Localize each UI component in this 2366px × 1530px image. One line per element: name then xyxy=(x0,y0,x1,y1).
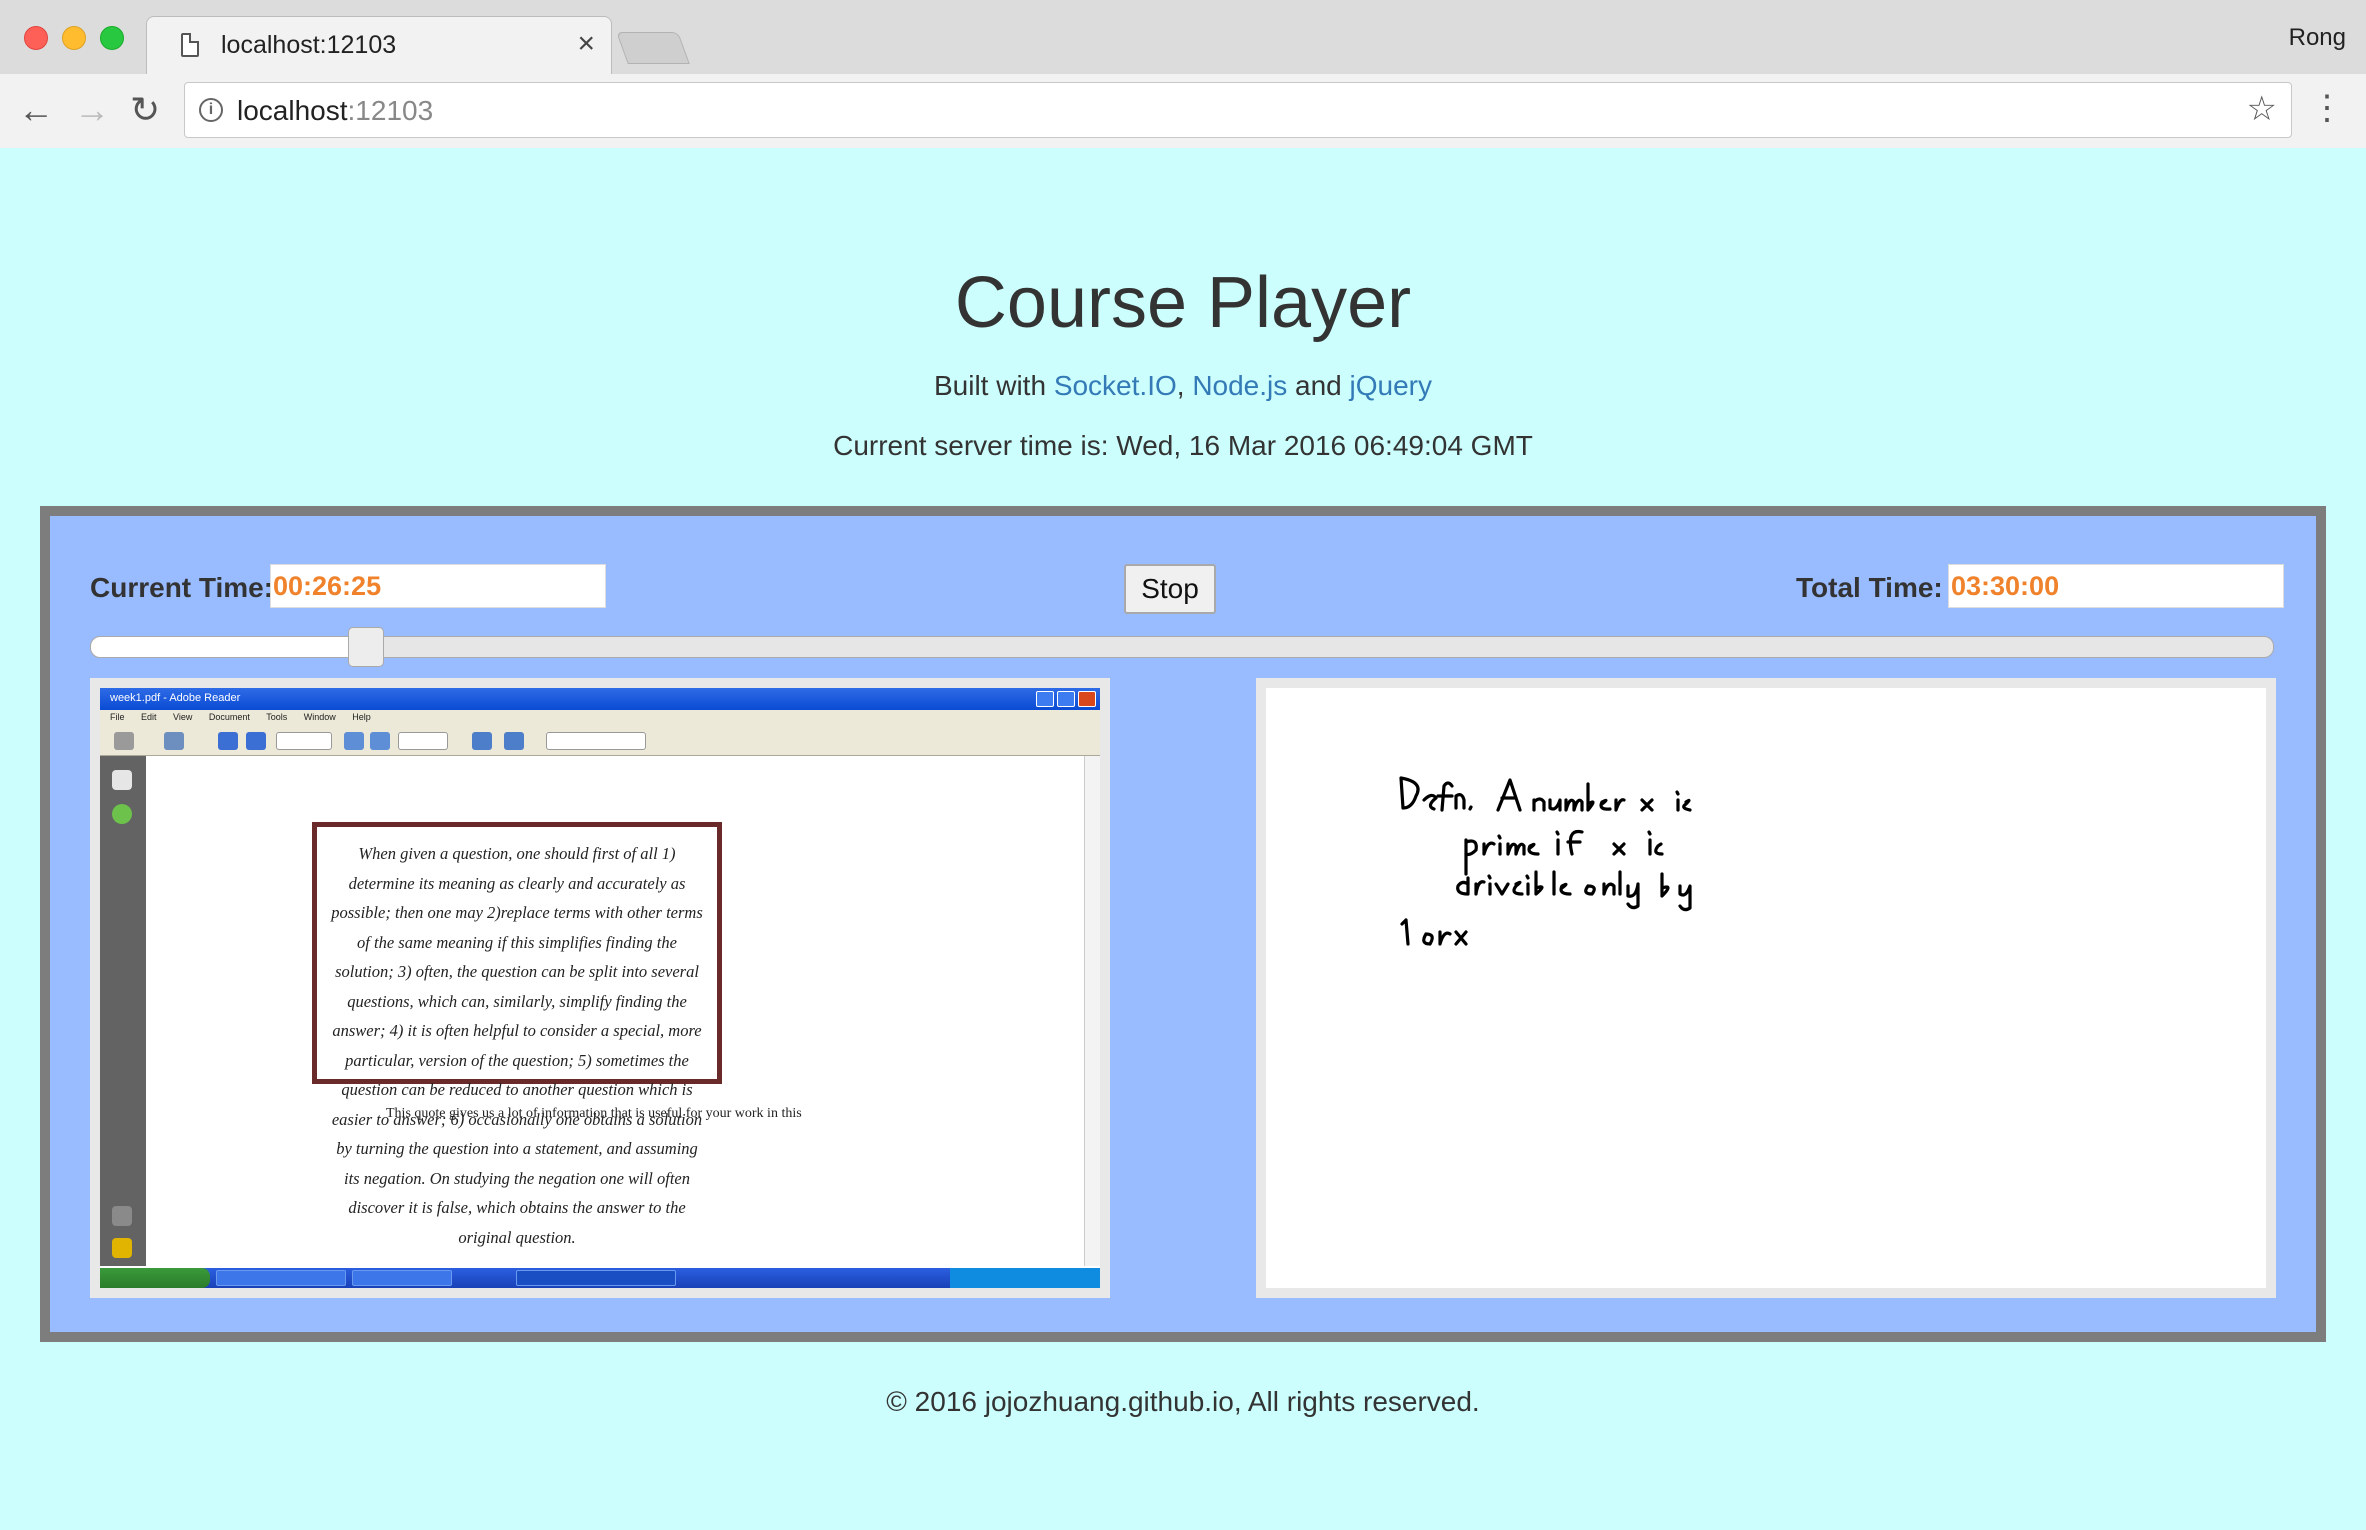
info-icon[interactable]: i xyxy=(199,98,223,122)
taskbar-item xyxy=(216,1270,346,1286)
screen-capture-panel: week1.pdf - Adobe Reader File Edit View … xyxy=(90,678,1110,1298)
reader-document: When given a question, one should first … xyxy=(146,756,1084,1266)
url-host: localhost xyxy=(237,95,348,126)
current-time-field[interactable] xyxy=(270,564,606,608)
total-time-field[interactable] xyxy=(1948,564,2284,608)
total-time-label: Total Time: xyxy=(1796,572,1943,603)
built-with-line: Built with Socket.IO, Node.js and jQuery xyxy=(0,370,2366,402)
built-prefix: Built with xyxy=(933,370,1054,401)
current-time-label: Current Time: xyxy=(90,572,274,603)
profile-name[interactable]: Rong xyxy=(2289,24,2346,52)
document-paragraph: This quote gives us a lot of information… xyxy=(386,1106,802,1121)
address-bar[interactable]: i localhost:12103 ☆ xyxy=(184,82,2292,138)
taskbar-item xyxy=(352,1270,452,1286)
zoom-window-button[interactable] xyxy=(100,26,124,50)
built-sep-comma: , xyxy=(1176,370,1193,401)
built-sep-and: and xyxy=(1287,370,1350,401)
browser-chrome: localhost:12103 × Rong ← → ↻ i localhost… xyxy=(0,0,2366,148)
reader-scrollbar xyxy=(1084,756,1100,1266)
tab-title: localhost:12103 xyxy=(221,31,397,59)
screen-capture-image: week1.pdf - Adobe Reader File Edit View … xyxy=(100,688,1100,1288)
slider-fill xyxy=(91,637,366,657)
jquery-link[interactable]: jQuery xyxy=(1350,370,1432,401)
tab-strip: localhost:12103 × Rong xyxy=(0,0,2366,74)
system-tray xyxy=(950,1268,1100,1288)
reader-menu-bar: File Edit View Document Tools Window Hel… xyxy=(100,710,1100,726)
new-tab-button[interactable] xyxy=(616,32,690,64)
nodejs-link[interactable]: Node.js xyxy=(1192,370,1287,401)
taskbar-item xyxy=(516,1270,676,1286)
page-footer: © 2016 jojozhuang.github.io, All rights … xyxy=(886,1386,1480,1417)
windows-taskbar xyxy=(100,1268,1100,1288)
reader-side-panel xyxy=(100,756,146,1266)
page-title: Course Player xyxy=(954,263,1412,343)
stop-button[interactable]: Stop xyxy=(1124,564,1216,614)
bookmark-star-icon[interactable]: ☆ xyxy=(2247,89,2277,129)
reload-icon[interactable]: ↻ xyxy=(130,90,160,130)
browser-menu-icon[interactable]: ⋮ xyxy=(2310,88,2344,128)
tab-close-icon[interactable]: × xyxy=(577,27,595,61)
forward-arrow-icon[interactable]: → xyxy=(74,90,110,130)
browser-tab[interactable]: localhost:12103 × xyxy=(146,16,612,74)
page-icon xyxy=(181,33,199,57)
back-arrow-icon[interactable]: ← xyxy=(18,90,54,130)
quote-text: When given a question, one should first … xyxy=(331,844,703,1247)
handwriting-svg xyxy=(1399,776,1692,946)
server-time: Current server time is: Wed, 16 Mar 2016… xyxy=(833,430,1533,461)
course-player: Current Time: Stop Total Time: week1.pdf… xyxy=(40,506,2326,1342)
slider-handle[interactable] xyxy=(347,627,384,667)
url-text[interactable]: localhost:12103 xyxy=(237,95,433,127)
close-window-button[interactable] xyxy=(24,26,48,50)
reader-toolbar xyxy=(100,726,1100,756)
minimize-window-button[interactable] xyxy=(62,26,86,50)
quote-box: When given a question, one should first … xyxy=(312,822,722,1247)
browser-toolbar: ← → ↻ i localhost:12103 ☆ ⋮ xyxy=(0,74,2366,148)
reader-window-controls xyxy=(1036,691,1096,707)
url-port: :12103 xyxy=(347,95,434,126)
reader-title-bar: week1.pdf - Adobe Reader xyxy=(100,688,1100,710)
socketio-link[interactable]: Socket.IO xyxy=(1054,370,1177,401)
start-button xyxy=(100,1268,210,1288)
whiteboard-panel xyxy=(1256,678,2276,1298)
whiteboard-canvas[interactable] xyxy=(1266,688,2266,1288)
progress-slider[interactable] xyxy=(90,627,2274,667)
